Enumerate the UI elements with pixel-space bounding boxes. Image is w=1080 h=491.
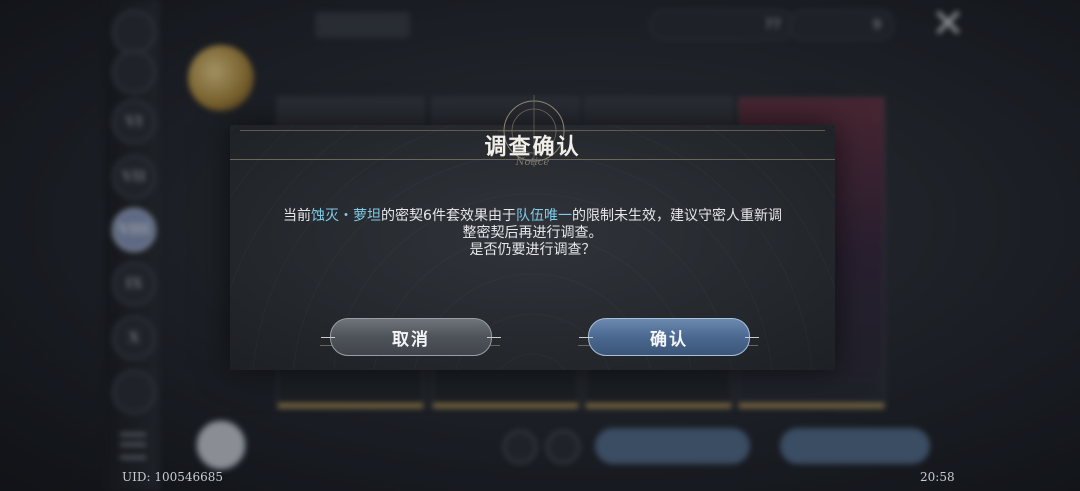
confirm-label: 确认 bbox=[650, 329, 688, 350]
message-text: 的密契6件套效果由于 bbox=[381, 208, 516, 224]
restriction-text: 队伍唯一 bbox=[515, 208, 572, 224]
cancel-button[interactable]: 取消 bbox=[321, 318, 501, 356]
confirm-button[interactable]: 确认 bbox=[579, 318, 759, 356]
message-text: 当前 bbox=[283, 208, 312, 224]
character-name: 蚀灭・萝坦 bbox=[311, 208, 382, 224]
cancel-label: 取消 bbox=[392, 329, 430, 350]
dialog-subtitle: Notice bbox=[515, 157, 550, 168]
dialog-message: 当前蚀灭・萝坦的密契6件套效果由于队伍唯一的限制未生效，建议守密人重新调整密契后… bbox=[280, 208, 785, 259]
clock-text: 20:58 bbox=[920, 470, 955, 484]
game-screen: VI VII VIII IX X 77 9 ✕ UID: 100546685 2… bbox=[0, 0, 1080, 491]
confirm-dialog: 调查确认 Notice 当前蚀灭・萝坦的密契6件套效果由于队伍唯一的限制未生效，… bbox=[230, 95, 835, 370]
dialog-header: 调查确认 Notice bbox=[230, 95, 835, 168]
message-question: 是否仍要进行调查？ bbox=[469, 242, 596, 258]
uid-text: UID: 100546685 bbox=[122, 470, 224, 484]
